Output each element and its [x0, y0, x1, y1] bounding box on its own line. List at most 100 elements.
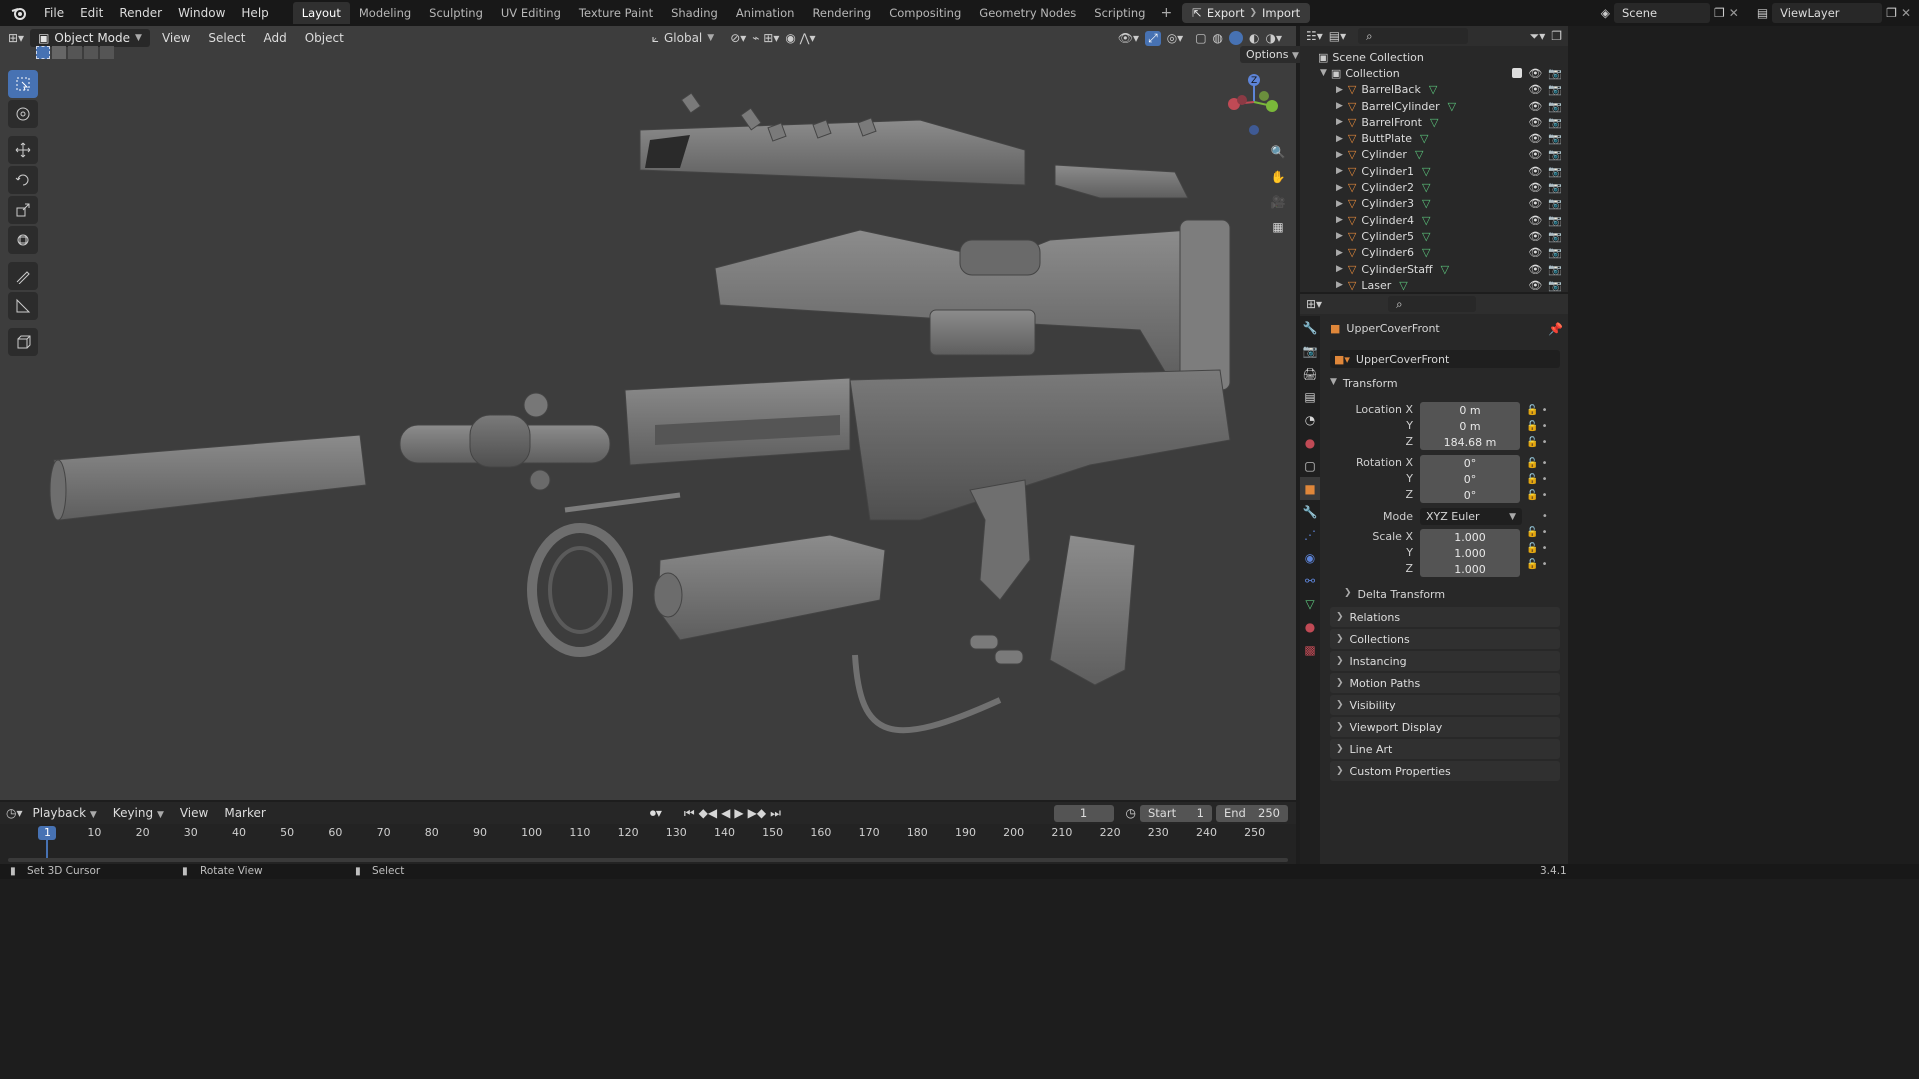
eye-icon[interactable]: 👁	[1528, 181, 1542, 194]
camera-render-icon[interactable]: 📷	[1548, 181, 1562, 194]
outliner-editor-icon[interactable]: ☷▾	[1306, 29, 1323, 43]
physics-tab-icon[interactable]: ◉	[1300, 546, 1320, 569]
mount-block-part[interactable]	[929, 309, 1036, 356]
shading-wireframe-icon[interactable]: ◍	[1213, 31, 1223, 45]
location-z-field[interactable]: 184.68 m	[1420, 434, 1520, 450]
outliner-item[interactable]: ▶ ▽ Cylinder4 ▽ 👁 📷	[1300, 212, 1568, 228]
menu-help[interactable]: Help	[233, 6, 276, 20]
outliner-item[interactable]: ▶ ▽ ButtPlate ▽ 👁 📷	[1300, 130, 1568, 146]
lock-icon[interactable]: 🔓 •	[1526, 456, 1548, 472]
export-button[interactable]: ⇱ Export ❯ Import	[1182, 3, 1311, 23]
editor-type-icon[interactable]: ⊞▾	[8, 31, 24, 45]
tab-modeling[interactable]: Modeling	[350, 2, 420, 24]
perspective-grid-icon[interactable]: ▦	[1266, 215, 1290, 239]
camera-render-icon[interactable]: 📷	[1548, 67, 1562, 80]
rotation-mode-dropdown[interactable]: XYZ Euler ▼	[1420, 508, 1522, 525]
display-mode-icon[interactable]: ▤▾	[1329, 29, 1346, 43]
expand-right-icon[interactable]: ▶	[1336, 134, 1343, 144]
outliner-item[interactable]: ▶ ▽ BarrelBack ▽ 👁 📷	[1300, 82, 1568, 98]
lock-icon[interactable]: 🔓 •	[1526, 435, 1548, 451]
timeline-menu-view[interactable]: View	[174, 804, 214, 822]
upper-cover-part[interactable]	[639, 92, 1026, 186]
panel-section[interactable]: ❯ Custom Properties	[1330, 761, 1560, 781]
camera-icon[interactable]: 🎥	[1266, 190, 1290, 214]
camera-render-icon[interactable]: 📷	[1548, 214, 1562, 227]
eye-icon[interactable]: 👁	[1528, 279, 1542, 292]
expand-right-icon[interactable]: ▶	[1336, 85, 1343, 95]
expand-right-icon[interactable]: ▶	[1336, 231, 1343, 241]
data-tab-icon[interactable]: ▽	[1300, 592, 1320, 615]
constraints-tab-icon[interactable]: ⚯	[1300, 569, 1320, 592]
panel-section[interactable]: ❯ Relations	[1330, 607, 1560, 627]
end-frame-field[interactable]: End 250	[1216, 804, 1288, 822]
lock-icon[interactable]: 🔓 •	[1526, 525, 1548, 541]
outliner-item[interactable]: ▶ ▽ Laser ▽ 👁 📷	[1300, 277, 1568, 293]
select-extend-icon[interactable]	[52, 46, 66, 59]
shading-rendered-icon[interactable]: ◑▾	[1266, 31, 1283, 45]
expand-right-icon[interactable]: ▶	[1336, 280, 1343, 290]
snap-icon[interactable]: ⌁ ⊞▾	[752, 31, 779, 45]
render-tab-icon[interactable]: 📷	[1300, 339, 1320, 362]
view-layer-selector[interactable]: ViewLayer	[1772, 3, 1883, 23]
eye-icon[interactable]: 👁	[1528, 148, 1542, 161]
proportional-edit-icon[interactable]: ◉ ⋀▾	[785, 31, 815, 45]
outliner-item[interactable]: ▶ ▽ BarrelCylinder ▽ 👁 📷	[1300, 98, 1568, 114]
checkbox-icon[interactable]	[1512, 68, 1523, 79]
rear-cover-part[interactable]	[1054, 164, 1189, 199]
rotation-z-field[interactable]: 0°	[1420, 487, 1520, 503]
camera-render-icon[interactable]: 📷	[1548, 83, 1562, 96]
keyframe-dot-icon[interactable]: •	[1526, 509, 1548, 525]
view-layer-icon[interactable]: ▤	[1757, 6, 1768, 20]
expand-right-icon[interactable]: ▶	[1336, 183, 1343, 193]
pivot-icon[interactable]: ⊘▾	[730, 31, 746, 45]
magazine-part[interactable]	[1049, 534, 1136, 686]
viewport-menu-view[interactable]: View	[156, 29, 196, 47]
viewport-menu-select[interactable]: Select	[202, 29, 251, 47]
spring-part[interactable]	[852, 654, 1002, 734]
delta-transform-header[interactable]: ❯ Delta Transform	[1344, 588, 1445, 601]
menu-file[interactable]: File	[36, 6, 72, 20]
timeline-menu-playback[interactable]: Playback ▼	[27, 804, 103, 822]
eye-icon[interactable]: 👁	[1528, 214, 1542, 227]
object-mode-dropdown[interactable]: ▣ Object Mode ▼	[30, 29, 150, 47]
expand-right-icon[interactable]: ▶	[1336, 150, 1343, 160]
blender-logo-icon[interactable]	[8, 2, 30, 24]
tab-sculpting[interactable]: Sculpting	[420, 2, 492, 24]
annotate-tool-icon[interactable]	[8, 262, 38, 290]
properties-search-input[interactable]: ⌕	[1388, 296, 1477, 312]
tab-layout[interactable]: Layout	[292, 2, 350, 24]
outliner-item[interactable]: ▶ ▽ Cylinder3 ▽ 👁 📷	[1300, 196, 1568, 212]
clock-icon[interactable]: ◷	[1126, 806, 1136, 820]
panel-section[interactable]: ❯ Viewport Display	[1330, 717, 1560, 737]
tab-texture-paint[interactable]: Texture Paint	[570, 2, 662, 24]
select-subtract-icon[interactable]	[68, 46, 82, 59]
eye-icon[interactable]: 👁	[1528, 230, 1542, 243]
scale-tool-icon[interactable]	[8, 196, 38, 224]
play-icon[interactable]: ▶	[734, 806, 743, 820]
cursor-tool-icon[interactable]	[8, 100, 38, 128]
timeline-editor-icon[interactable]: ◷▾	[6, 806, 23, 820]
outliner-item[interactable]: ▶ ▽ Cylinder5 ▽ 👁 📷	[1300, 228, 1568, 244]
filter-icon[interactable]: ⏷▾	[1530, 29, 1546, 44]
orientation-dropdown[interactable]: ⟀ Global ▼	[652, 31, 714, 46]
texture-tab-icon[interactable]: ▩	[1300, 638, 1320, 661]
lock-icon[interactable]: 🔓 •	[1526, 557, 1548, 573]
zoom-icon[interactable]: 🔍	[1266, 140, 1290, 164]
eye-icon[interactable]: 👁	[1528, 165, 1542, 178]
outliner-item[interactable]: ▶ ▽ Cylinder2 ▽ 👁 📷	[1300, 179, 1568, 195]
expand-right-icon[interactable]: ▶	[1336, 117, 1343, 127]
camera-render-icon[interactable]: 📷	[1548, 148, 1562, 161]
lock-icon[interactable]: 🔓 •	[1526, 488, 1548, 504]
expand-right-icon[interactable]: ▶	[1336, 264, 1343, 274]
select-new-icon[interactable]	[36, 46, 50, 59]
rod-part[interactable]	[564, 492, 681, 513]
front-ring-part[interactable]	[527, 523, 633, 657]
shading-material-icon[interactable]: ◐	[1249, 31, 1259, 45]
scene-tab-icon[interactable]: ◔	[1300, 408, 1320, 431]
tab-geometry-nodes[interactable]: Geometry Nodes	[970, 2, 1085, 24]
tab-rendering[interactable]: Rendering	[803, 2, 880, 24]
exploded-rifle-model[interactable]	[40, 80, 1260, 760]
select-invert-icon[interactable]	[84, 46, 98, 59]
lock-icon[interactable]: 🔓 •	[1526, 419, 1548, 435]
new-view-layer-icon[interactable]: ❐	[1886, 6, 1897, 20]
